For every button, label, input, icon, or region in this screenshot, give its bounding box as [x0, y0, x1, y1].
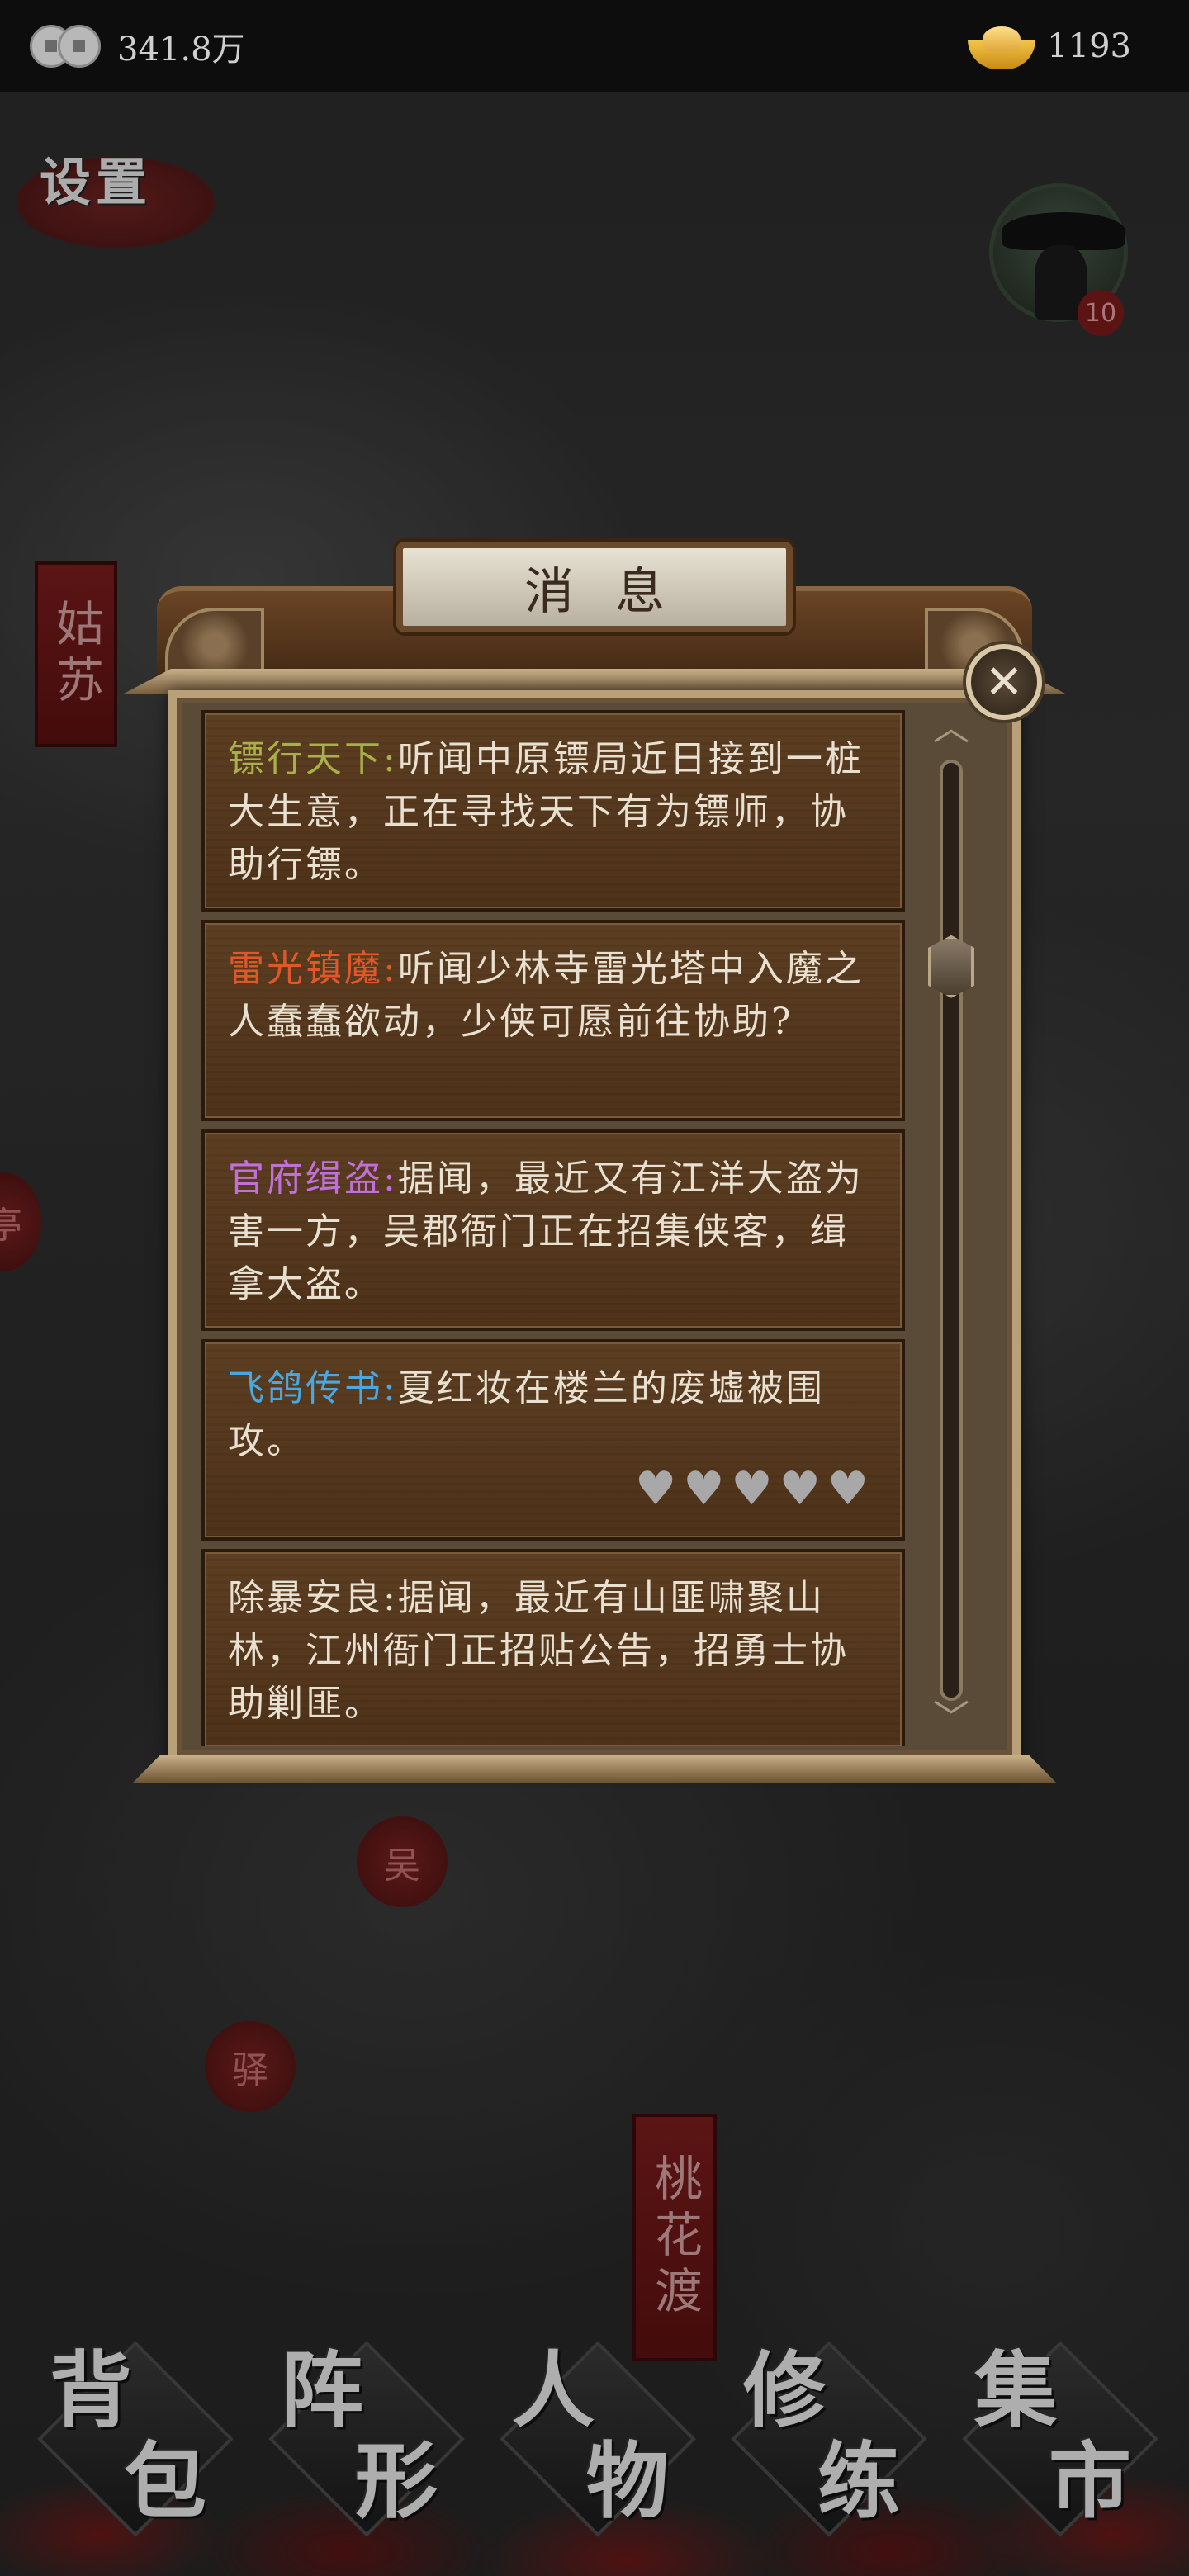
coin-resource: 341.8万 — [30, 21, 245, 71]
game-screen: 341.8万 1193 设置 10 姑苏 亭 吴 驿 桃花渡 背 包 阵 形 人… — [0, 0, 1189, 2576]
message-content: 镖行天下:听闻中原镖局近日接到一桩大生意，正在寻找天下有为镖师，协助行镖。 — [228, 733, 882, 892]
dialog-title-plate: 消息 — [396, 542, 793, 632]
message-tag: 飞鸽传书: — [228, 1367, 398, 1409]
dialog-title: 消息 — [524, 562, 706, 621]
scroll-up-icon[interactable]: ︿ — [926, 710, 976, 746]
message-tag: 雷光镇魔: — [228, 948, 398, 990]
heart-icon: ♥ — [827, 1462, 869, 1516]
scroll-track[interactable] — [940, 760, 963, 1701]
close-button[interactable]: ✕ — [966, 644, 1042, 720]
heart-icon: ♥ — [731, 1462, 773, 1516]
message-item[interactable]: 官府缉盗:据闻，最近又有江洋大盗为害一方，吴郡衙门正在招集侠客，缉拿大盗。 — [201, 1129, 905, 1331]
heart-icon: ♥ — [779, 1462, 821, 1516]
message-dialog: 消息 ✕ 镖行天下:听闻中原镖局近日接到一桩大生意，正在寻找天下有为镖师，协助行… — [124, 528, 1065, 1849]
message-list[interactable]: 镖行天下:听闻中原镖局近日接到一桩大生意，正在寻找天下有为镖师，协助行镖。 雷光… — [201, 710, 905, 1746]
scroll-down-icon[interactable]: ﹀ — [926, 1701, 976, 1737]
message-content: 除暴安良:据闻，最近有山匪啸聚山林，江州衙门正招贴公告，招勇士协助剿匪。 — [228, 1572, 882, 1731]
copper-coins-icon — [30, 21, 106, 71]
message-content: 雷光镇魔:听闻少林寺雷光塔中入魔之人蠢蠢欲动，少侠可愿前往协助? — [228, 943, 882, 1049]
message-text: 除暴安良:据闻，最近有山匪啸聚山林，江州衙门正招贴公告，招勇士协助剿匪。 — [228, 1577, 849, 1725]
affection-hearts: ♥ ♥ ♥ ♥ ♥ — [635, 1466, 869, 1513]
message-tag: 镖行天下: — [228, 738, 398, 780]
message-content: 飞鸽传书:夏红妆在楼兰的废墟被围攻。 — [228, 1362, 882, 1468]
message-tag: 官府缉盗: — [228, 1158, 398, 1200]
message-item[interactable]: 飞鸽传书:夏红妆在楼兰的废墟被围攻。 ♥ ♥ ♥ ♥ ♥ — [201, 1339, 905, 1541]
top-status-bar: 341.8万 1193 — [0, 0, 1189, 92]
scroll-thumb[interactable] — [928, 935, 974, 998]
gold-resource: 1193 — [968, 21, 1131, 71]
message-content: 官府缉盗:据闻，最近又有江洋大盗为害一方，吴郡衙门正在招集侠客，缉拿大盗。 — [228, 1153, 882, 1311]
close-icon: ✕ — [984, 655, 1024, 709]
gold-amount: 1193 — [1047, 27, 1131, 65]
message-item[interactable]: 雷光镇魔:听闻少林寺雷光塔中入魔之人蠢蠢欲动，少侠可愿前往协助? — [201, 920, 905, 1121]
dialog-base — [132, 1755, 1057, 1783]
message-item[interactable]: 镖行天下:听闻中原镖局近日接到一桩大生意，正在寻找天下有为镖师，协助行镖。 — [201, 710, 905, 912]
message-item[interactable]: 除暴安良:据闻，最近有山匪啸聚山林，江州衙门正招贴公告，招勇士协助剿匪。 — [201, 1549, 905, 1746]
coin-amount: 341.8万 — [117, 31, 245, 69]
heart-icon: ♥ — [634, 1462, 677, 1516]
gold-ingot-icon — [968, 21, 1036, 71]
heart-icon: ♥ — [683, 1462, 725, 1516]
message-scrollbar[interactable]: ︿ ﹀ — [921, 710, 981, 1746]
